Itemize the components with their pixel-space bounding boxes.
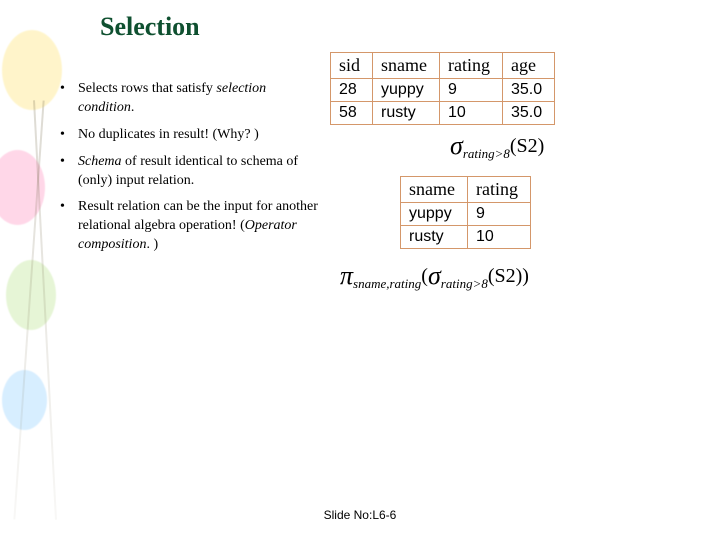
bullet-dot-icon: • bbox=[60, 80, 78, 118]
bullet-dot-icon: • bbox=[60, 198, 78, 255]
table-row: 58rusty1035.0 bbox=[331, 102, 555, 125]
right-content: sidsnameratingage28yuppy935.058rusty1035… bbox=[330, 52, 690, 306]
table-header-cell: sname bbox=[401, 177, 468, 203]
table-row: 28yuppy935.0 bbox=[331, 79, 555, 102]
footer-label: Slide No: bbox=[324, 508, 373, 522]
slide-footer: Slide No:L6-6 bbox=[0, 508, 720, 522]
result-table-1: sidsnameratingage28yuppy935.058rusty1035… bbox=[330, 52, 690, 125]
selection-formula: σrating>8(S2) bbox=[450, 135, 690, 162]
table-header-cell: age bbox=[503, 53, 555, 79]
bullet-text: Selects rows that satisfy selection cond… bbox=[78, 80, 320, 118]
slide-title: Selection bbox=[100, 12, 200, 42]
bullet-text: No duplicates in result! (Why? ) bbox=[78, 126, 259, 145]
table-cell: 10 bbox=[440, 102, 503, 125]
table-header-cell: rating bbox=[440, 53, 503, 79]
table-cell: yuppy bbox=[401, 203, 468, 226]
bullet-dot-icon: • bbox=[60, 126, 78, 145]
table-header-cell: sid bbox=[331, 53, 373, 79]
table-header-cell: rating bbox=[467, 177, 530, 203]
table-cell: rusty bbox=[373, 102, 440, 125]
table-cell: 9 bbox=[467, 203, 530, 226]
table-cell: yuppy bbox=[373, 79, 440, 102]
bullet-text: Schema of result identical to schema of … bbox=[78, 153, 320, 191]
table-cell: 28 bbox=[331, 79, 373, 102]
bullet-item: •Schema of result identical to schema of… bbox=[60, 153, 320, 191]
table-cell: 58 bbox=[331, 102, 373, 125]
table-header-cell: sname bbox=[373, 53, 440, 79]
result-table-2: snameratingyuppy9rusty10 bbox=[400, 176, 690, 249]
bullet-item: •Selects rows that satisfy selection con… bbox=[60, 80, 320, 118]
bullet-item: •No duplicates in result! (Why? ) bbox=[60, 126, 320, 145]
table-cell: 35.0 bbox=[503, 102, 555, 125]
footer-page-number: L6-6 bbox=[372, 508, 396, 522]
table-cell: 35.0 bbox=[503, 79, 555, 102]
table-row: rusty10 bbox=[401, 226, 531, 249]
table-cell: 10 bbox=[467, 226, 530, 249]
projection-formula: πsname,rating(σrating>8(S2)) bbox=[340, 265, 690, 292]
bullet-dot-icon: • bbox=[60, 153, 78, 191]
table-row: yuppy9 bbox=[401, 203, 531, 226]
bullet-text: Result relation can be the input for ano… bbox=[78, 198, 320, 255]
bullet-item: •Result relation can be the input for an… bbox=[60, 198, 320, 255]
table-cell: rusty bbox=[401, 226, 468, 249]
bullet-list: •Selects rows that satisfy selection con… bbox=[60, 80, 320, 263]
table-cell: 9 bbox=[440, 79, 503, 102]
